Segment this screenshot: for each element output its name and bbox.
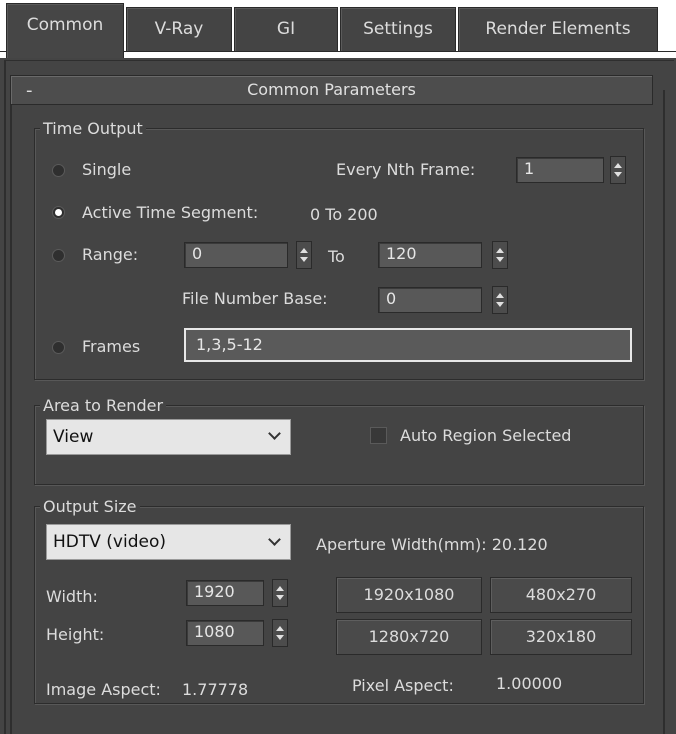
every-nth-frame-input[interactable]: 1: [516, 157, 604, 183]
width-input[interactable]: 1920: [186, 580, 264, 606]
file-number-base-spinner[interactable]: [492, 286, 508, 314]
frames-input[interactable]: 1,3,5-12: [184, 328, 632, 362]
range-radio[interactable]: [52, 249, 65, 262]
single-radio[interactable]: [52, 164, 65, 177]
height-spinner[interactable]: [272, 619, 288, 647]
tab-common[interactable]: Common: [6, 3, 124, 58]
time-output-title: Time Output: [40, 119, 146, 139]
aperture-width-label: Aperture Width(mm): 20.120: [316, 535, 548, 554]
preset-button-320x180[interactable]: 320x180: [490, 619, 632, 655]
pixel-aspect-label: Pixel Aspect:: [352, 676, 454, 695]
rollout-header-common-parameters[interactable]: Common Parameters: [10, 75, 653, 105]
range-end-input[interactable]: 120: [378, 242, 482, 268]
rollout-right-edge: [663, 90, 665, 734]
image-aspect-label: Image Aspect:: [46, 680, 161, 699]
output-size-preset-dropdown[interactable]: HDTV (video): [46, 524, 291, 560]
tab-gi[interactable]: GI: [234, 7, 338, 51]
image-aspect-value: 1.77778: [182, 680, 249, 699]
tab-settings[interactable]: Settings: [340, 7, 456, 51]
collapse-icon[interactable]: -: [26, 80, 33, 101]
file-number-base-label: File Number Base:: [182, 289, 328, 308]
preset-button-1920x1080[interactable]: 1920x1080: [336, 577, 482, 613]
active-time-segment-value: 0 To 200: [310, 205, 378, 224]
preset-button-480x270[interactable]: 480x270: [490, 577, 632, 613]
active-time-segment-label: Active Time Segment:: [82, 203, 259, 222]
tab-v-ray[interactable]: V-Ray: [126, 7, 232, 51]
active-time-segment-radio[interactable]: [52, 206, 65, 219]
range-start-spinner[interactable]: [296, 241, 312, 269]
every-nth-frame-label: Every Nth Frame:: [336, 160, 476, 179]
auto-region-selected-label: Auto Region Selected: [400, 426, 572, 445]
every-nth-frame-spinner[interactable]: [610, 156, 626, 184]
range-end-spinner[interactable]: [492, 241, 508, 269]
auto-region-selected-checkbox[interactable]: [370, 427, 387, 444]
rollout-title: Common Parameters: [247, 80, 416, 99]
rollout-left-edge: [10, 90, 12, 734]
range-to-label: To: [328, 247, 345, 266]
width-label: Width:: [46, 587, 98, 606]
area-to-render-title: Area to Render: [40, 396, 167, 416]
height-input[interactable]: 1080: [186, 620, 264, 646]
range-start-input[interactable]: 0: [184, 242, 288, 268]
width-spinner[interactable]: [272, 579, 288, 607]
area-to-render-value: View: [53, 427, 94, 447]
tab-render-elements[interactable]: Render Elements: [458, 7, 658, 51]
file-number-base-input[interactable]: 0: [378, 287, 482, 313]
area-to-render-dropdown[interactable]: View: [46, 419, 291, 455]
pixel-aspect-value: 1.00000: [496, 674, 563, 693]
frames-radio[interactable]: [52, 341, 65, 354]
single-label: Single: [82, 160, 132, 179]
output-size-title: Output Size: [40, 497, 140, 517]
range-label: Range:: [82, 245, 139, 264]
output-size-preset-value: HDTV (video): [53, 532, 166, 552]
preset-button-1280x720[interactable]: 1280x720: [336, 619, 482, 655]
height-label: Height:: [46, 625, 105, 644]
frames-label: Frames: [82, 337, 141, 356]
